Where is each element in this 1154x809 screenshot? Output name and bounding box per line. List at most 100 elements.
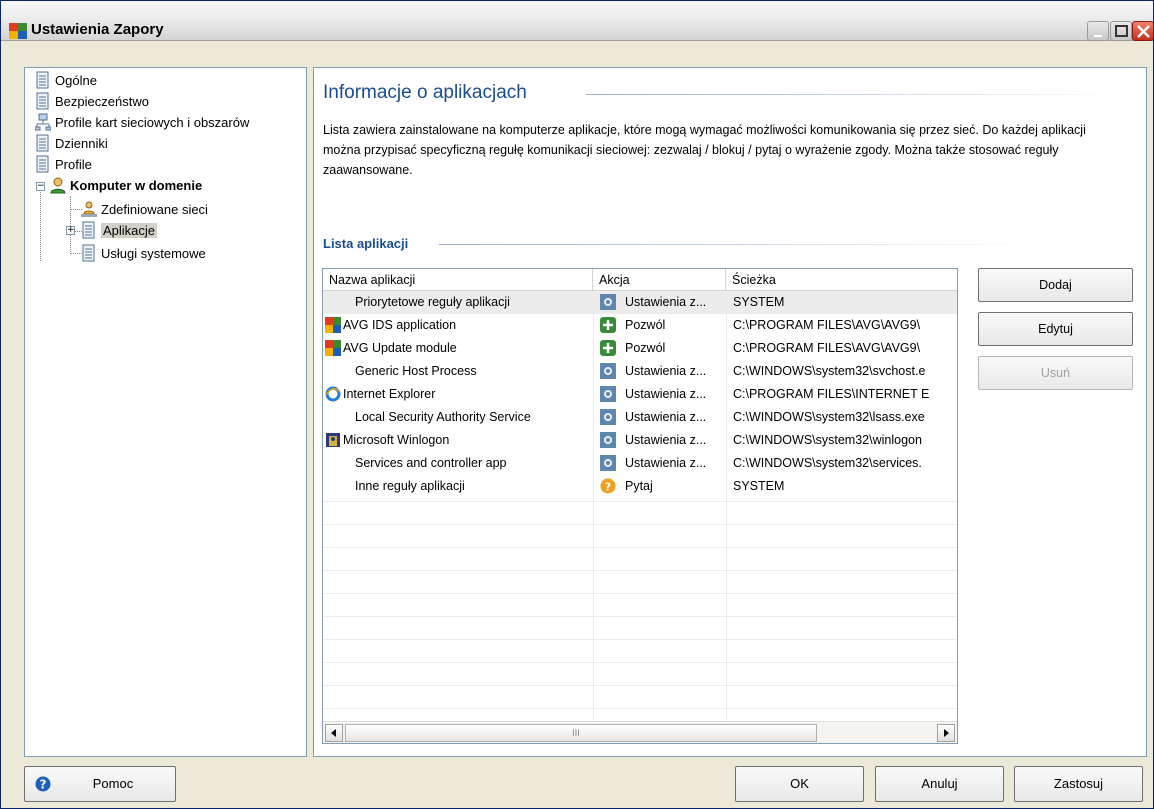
column-header-action[interactable]: Akcja bbox=[593, 269, 726, 291]
minimize-button[interactable] bbox=[1087, 21, 1109, 41]
page-title: Informacje o aplikacjach bbox=[323, 82, 527, 103]
table-row[interactable]: AVG IDS application Pozwól C:\PROGRAM FILE… bbox=[323, 314, 957, 337]
document-icon bbox=[82, 244, 95, 262]
main-panel: Informacje o aplikacjach Lista zawiera z… bbox=[313, 67, 1147, 757]
tree-item-security[interactable]: Bezpieczeństwo bbox=[35, 91, 149, 111]
cell-action: Pytaj bbox=[625, 479, 653, 493]
table-row[interactable]: Microsoft Winlogon Ustawienia z... C:\WIND… bbox=[323, 429, 957, 452]
cell-app-name: AVG IDS application bbox=[343, 318, 457, 332]
tree-item-label: Usługi systemowe bbox=[101, 245, 206, 261]
grid-line bbox=[323, 547, 957, 548]
tree-item-label: Dzienniki bbox=[55, 135, 108, 151]
edit-button[interactable]: Edytuj bbox=[978, 312, 1133, 346]
document-icon bbox=[36, 155, 49, 173]
horizontal-scrollbar[interactable]: III bbox=[323, 721, 957, 743]
table-row[interactable]: Local Security Authority Service Ustawien… bbox=[323, 406, 957, 429]
cell-path: SYSTEM bbox=[733, 479, 785, 493]
collapse-toggle[interactable]: − bbox=[36, 182, 45, 191]
title-bar[interactable]: Ustawienia Zapory bbox=[1, 1, 1154, 41]
help-icon: ? bbox=[35, 776, 51, 792]
svg-text:?: ? bbox=[605, 481, 611, 494]
column-header-path[interactable]: Ścieżka bbox=[726, 269, 957, 291]
table-row[interactable]: Internet Explorer Ustawienia z... C:\PROGR… bbox=[323, 383, 957, 406]
table-row[interactable]: Generic Host Process Ustawienia z... C:\WI… bbox=[323, 360, 957, 383]
tree-item-label: Aplikacje bbox=[101, 222, 158, 238]
svg-text:?: ? bbox=[40, 778, 47, 792]
scrollbar-thumb[interactable]: III bbox=[345, 724, 817, 742]
maximize-button[interactable] bbox=[1110, 21, 1132, 41]
document-icon bbox=[36, 134, 49, 152]
table-row[interactable]: Inne reguły aplikacji? Pytaj SYSTEM bbox=[323, 475, 957, 498]
table-row[interactable]: Priorytetowe reguły aplikacji Ustawienia … bbox=[323, 291, 957, 314]
cell-app-name: Priorytetowe reguły aplikacji bbox=[355, 295, 510, 309]
cell-path: C:\WINDOWS\system32\svchost.e bbox=[733, 364, 926, 378]
scroll-left-button[interactable] bbox=[325, 724, 343, 742]
close-button[interactable] bbox=[1132, 21, 1154, 41]
grid-line bbox=[323, 639, 957, 640]
cell-path: C:\PROGRAM FILES\INTERNET E bbox=[733, 387, 930, 401]
grid-line bbox=[323, 685, 957, 686]
expand-toggle[interactable]: + bbox=[66, 226, 75, 235]
tree-item-applications[interactable]: Aplikacje bbox=[81, 220, 158, 240]
grid-line bbox=[323, 570, 957, 571]
scroll-right-button[interactable] bbox=[937, 724, 955, 742]
avg-logo-icon bbox=[325, 340, 341, 356]
ie-icon bbox=[325, 386, 341, 402]
cell-action: Ustawienia z... bbox=[625, 456, 707, 470]
grid-line bbox=[323, 524, 957, 525]
section-title: Lista aplikacji bbox=[323, 236, 409, 251]
cell-app-name: Internet Explorer bbox=[343, 387, 436, 401]
cell-app-name: Local Security Authority Service bbox=[355, 410, 531, 424]
cell-path: SYSTEM bbox=[733, 295, 785, 309]
tree-item-profiles[interactable]: Profile bbox=[35, 154, 92, 174]
table-row[interactable]: Services and controller app Ustawienia z.… bbox=[323, 452, 957, 475]
help-button[interactable]: ? Pomoc bbox=[24, 766, 176, 802]
tree-item-label: Ogólne bbox=[55, 72, 97, 88]
cancel-button[interactable]: Anuluj bbox=[875, 766, 1004, 802]
table-row[interactable]: AVG Update module Pozwól C:\PROGRAM FILES\… bbox=[323, 337, 957, 360]
cell-path: C:\PROGRAM FILES\AVG\AVG9\ bbox=[733, 318, 921, 332]
gear-icon bbox=[600, 432, 616, 448]
section-divider bbox=[439, 244, 1039, 245]
tree-item-logs[interactable]: Dzienniki bbox=[35, 133, 108, 153]
maximize-icon bbox=[1115, 25, 1128, 37]
tree-item-network-profiles[interactable]: Profile kart sieciowych i obszarów bbox=[35, 112, 249, 132]
cell-path: C:\WINDOWS\system32\lsass.exe bbox=[733, 410, 925, 424]
tree-item-system-services[interactable]: Usługi systemowe bbox=[81, 243, 206, 263]
gear-icon bbox=[600, 409, 616, 425]
tree-item-label: Komputer w domenie bbox=[70, 177, 203, 193]
tree-item-general[interactable]: Ogólne bbox=[35, 70, 97, 90]
cell-action: Pozwól bbox=[625, 318, 666, 332]
firewall-settings-window: Ustawienia Zapory Ogólne Bezpieczeństwo … bbox=[0, 0, 1154, 809]
add-button[interactable]: Dodaj bbox=[978, 268, 1133, 302]
ask-icon: ? bbox=[600, 478, 616, 494]
column-header-name[interactable]: Nazwa aplikacji bbox=[323, 269, 593, 291]
close-icon bbox=[1137, 25, 1150, 38]
remove-button[interactable]: Usuń bbox=[978, 356, 1133, 390]
ok-button[interactable]: OK bbox=[735, 766, 864, 802]
arrow-right-icon bbox=[944, 729, 949, 737]
document-icon bbox=[82, 221, 95, 239]
scrollbar-grip: III bbox=[572, 729, 580, 739]
minimize-icon bbox=[1094, 35, 1102, 37]
grid-line bbox=[323, 593, 957, 594]
title-divider bbox=[586, 94, 1126, 95]
cell-app-name: Inne reguły aplikacji bbox=[355, 479, 465, 493]
gear-icon bbox=[600, 386, 616, 402]
user-icon bbox=[50, 177, 66, 194]
tree-item-defined-networks[interactable]: Zdefiniowane sieci bbox=[81, 199, 208, 219]
applications-list[interactable]: Nazwa aplikacji Akcja Ścieżka Prioryteto… bbox=[322, 268, 958, 744]
tree-item-label: Profile bbox=[55, 156, 92, 172]
tree-line bbox=[40, 189, 41, 261]
cell-path: C:\PROGRAM FILES\AVG\AVG9\ bbox=[733, 341, 921, 355]
apply-button[interactable]: Zastosuj bbox=[1014, 766, 1143, 802]
grid-line bbox=[323, 662, 957, 663]
cell-action: Ustawienia z... bbox=[625, 364, 707, 378]
cell-app-name: Microsoft Winlogon bbox=[343, 433, 450, 447]
tree-item-label: Bezpieczeństwo bbox=[55, 93, 149, 109]
cell-app-name: Generic Host Process bbox=[355, 364, 477, 378]
cell-action: Ustawienia z... bbox=[625, 387, 707, 401]
tree-item-domain-computer[interactable]: Komputer w domenie bbox=[50, 175, 202, 195]
cell-action: Ustawienia z... bbox=[625, 295, 707, 309]
grid-line bbox=[323, 708, 957, 709]
